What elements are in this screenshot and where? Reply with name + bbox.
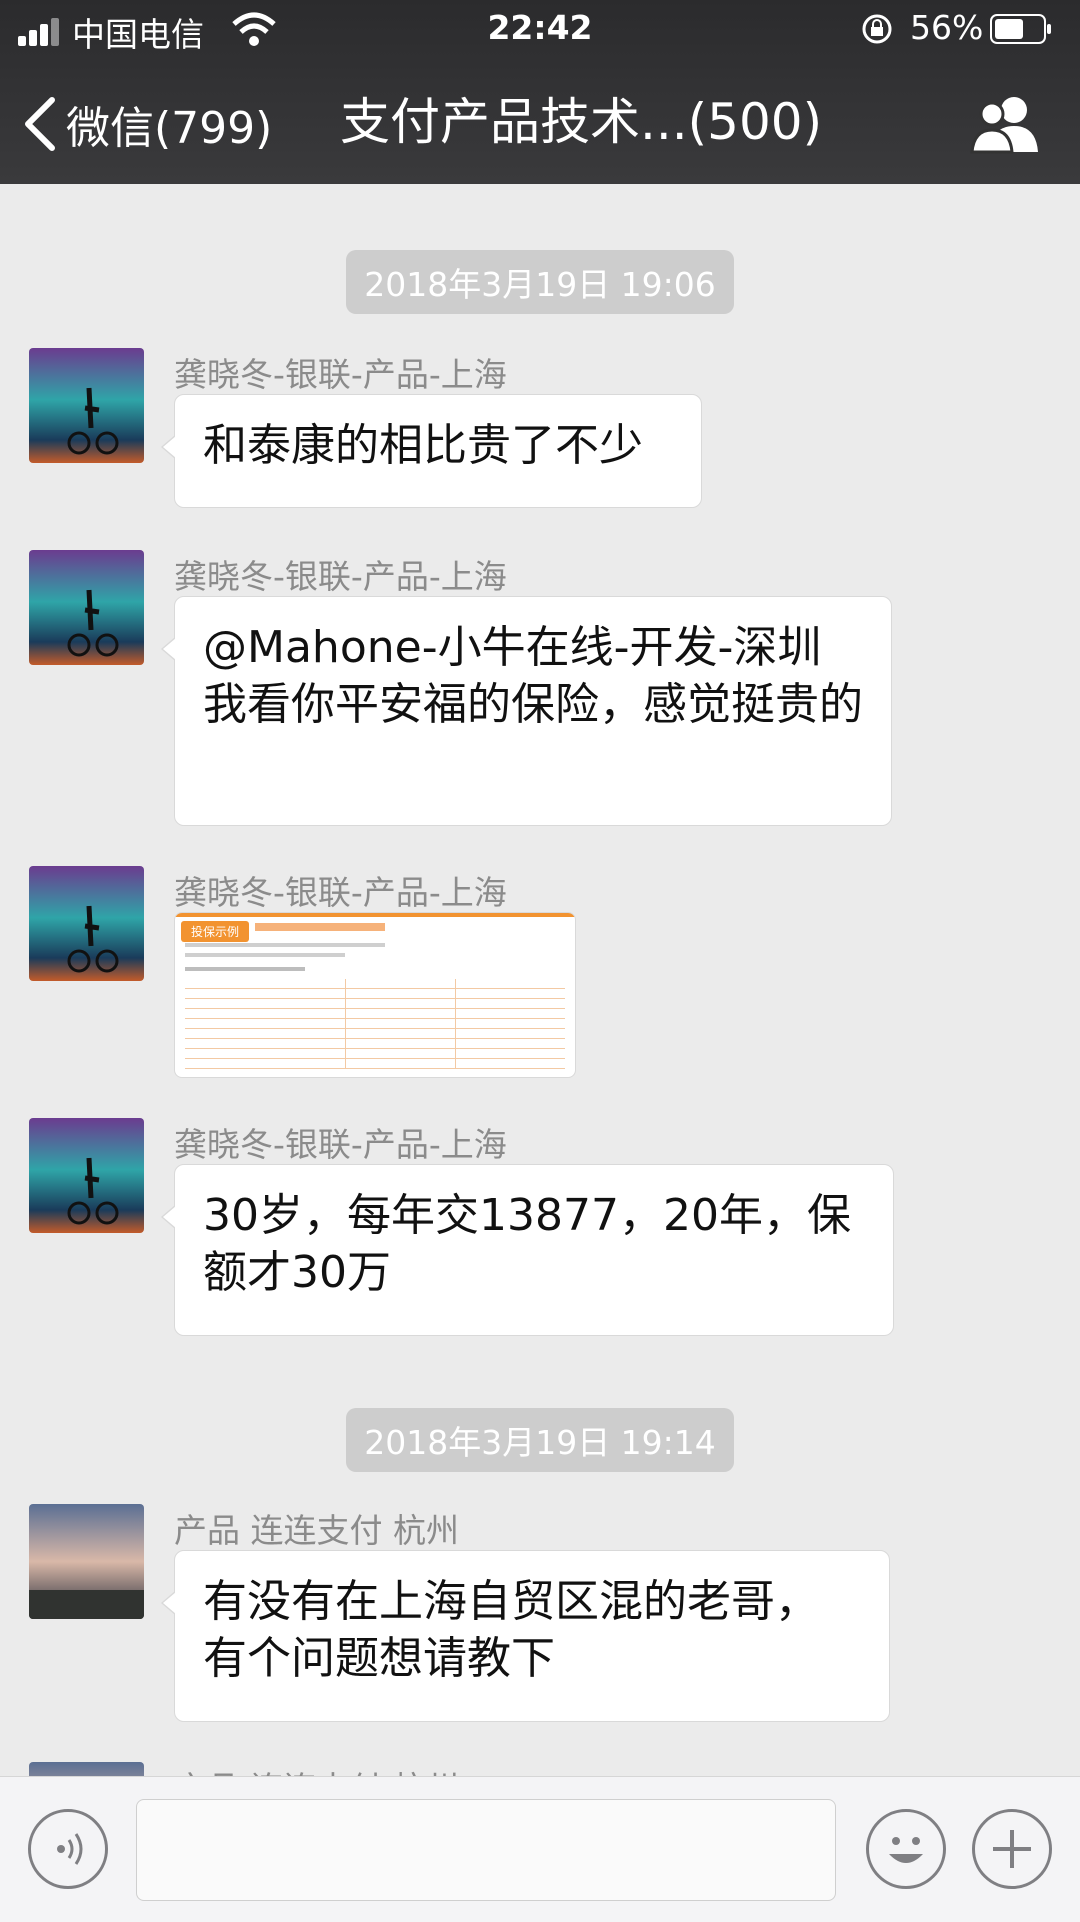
input-bar: [0, 1776, 1080, 1922]
battery-icon: [990, 14, 1051, 44]
lock-rotation-icon: [862, 14, 892, 44]
message-input[interactable]: [136, 1799, 836, 1901]
plus-icon: [993, 1830, 1031, 1868]
sender-name: 产品 连连支付 杭州: [174, 1762, 459, 1776]
message-bubble[interactable]: 和泰康的相比贵了不少: [161, 394, 702, 508]
timestamp: 2018年3月19日 19:14: [0, 1408, 1080, 1472]
sender-name: 龚晓冬-银联-产品-上海: [174, 1125, 507, 1164]
message-bubble[interactable]: 30岁，每年交13877，20年，保额才30万: [161, 1164, 894, 1336]
back-chevron-icon: [25, 97, 55, 151]
chat-area[interactable]: 2018年3月19日 19:06 龚晓冬-银联-产品-上海 和泰康的相比贵了不少: [0, 184, 1080, 1776]
message-bubble[interactable]: 有没有在上海自贸区混的老哥，有个问题想请教下: [161, 1550, 890, 1722]
emoji-icon: [889, 1837, 923, 1863]
message-bubble[interactable]: @Mahone-小牛在线-开发-深圳 我看你平安福的保险，感觉挺贵的: [161, 596, 892, 826]
sender-name: 龚晓冬-银联-产品-上海: [174, 557, 507, 596]
image-message[interactable]: 投保示例: [174, 912, 576, 1078]
more-button[interactable]: [972, 1809, 1052, 1889]
sender-name: 龚晓冬-银联-产品-上海: [174, 355, 507, 394]
timestamp-label: 2018年3月19日 19:06: [346, 250, 734, 314]
top-bar: 中国电信 22:42 56% 微信(799) 支付产品技术...(500): [0, 0, 1080, 184]
timestamp-label: 2018年3月19日 19:14: [346, 1408, 734, 1472]
avatar[interactable]: [29, 1504, 144, 1619]
battery-percent: 56%: [910, 8, 984, 47]
sender-name: 龚晓冬-银联-产品-上海: [174, 873, 507, 912]
avatar[interactable]: [29, 348, 144, 463]
emoji-button[interactable]: [866, 1809, 946, 1889]
back-label: 微信(799): [66, 103, 273, 154]
status-bar: 中国电信 22:42 56%: [0, 0, 1080, 60]
chat-title: 支付产品技术...(500): [340, 93, 823, 151]
back-button[interactable]: 微信(799): [20, 86, 272, 162]
sender-name: 产品 连连支付 杭州: [174, 1511, 459, 1550]
timestamp: 2018年3月19日 19:06: [0, 250, 1080, 314]
image-caption: 投保示例: [181, 921, 250, 942]
avatar[interactable]: [29, 1762, 144, 1776]
avatar[interactable]: [29, 550, 144, 665]
avatar[interactable]: [29, 866, 144, 981]
nav-bar: 微信(799) 支付产品技术...(500): [0, 64, 1080, 184]
voice-button[interactable]: [28, 1809, 108, 1889]
group-members-icon[interactable]: [970, 92, 1042, 156]
avatar[interactable]: [29, 1118, 144, 1233]
voice-icon: [57, 1833, 83, 1865]
